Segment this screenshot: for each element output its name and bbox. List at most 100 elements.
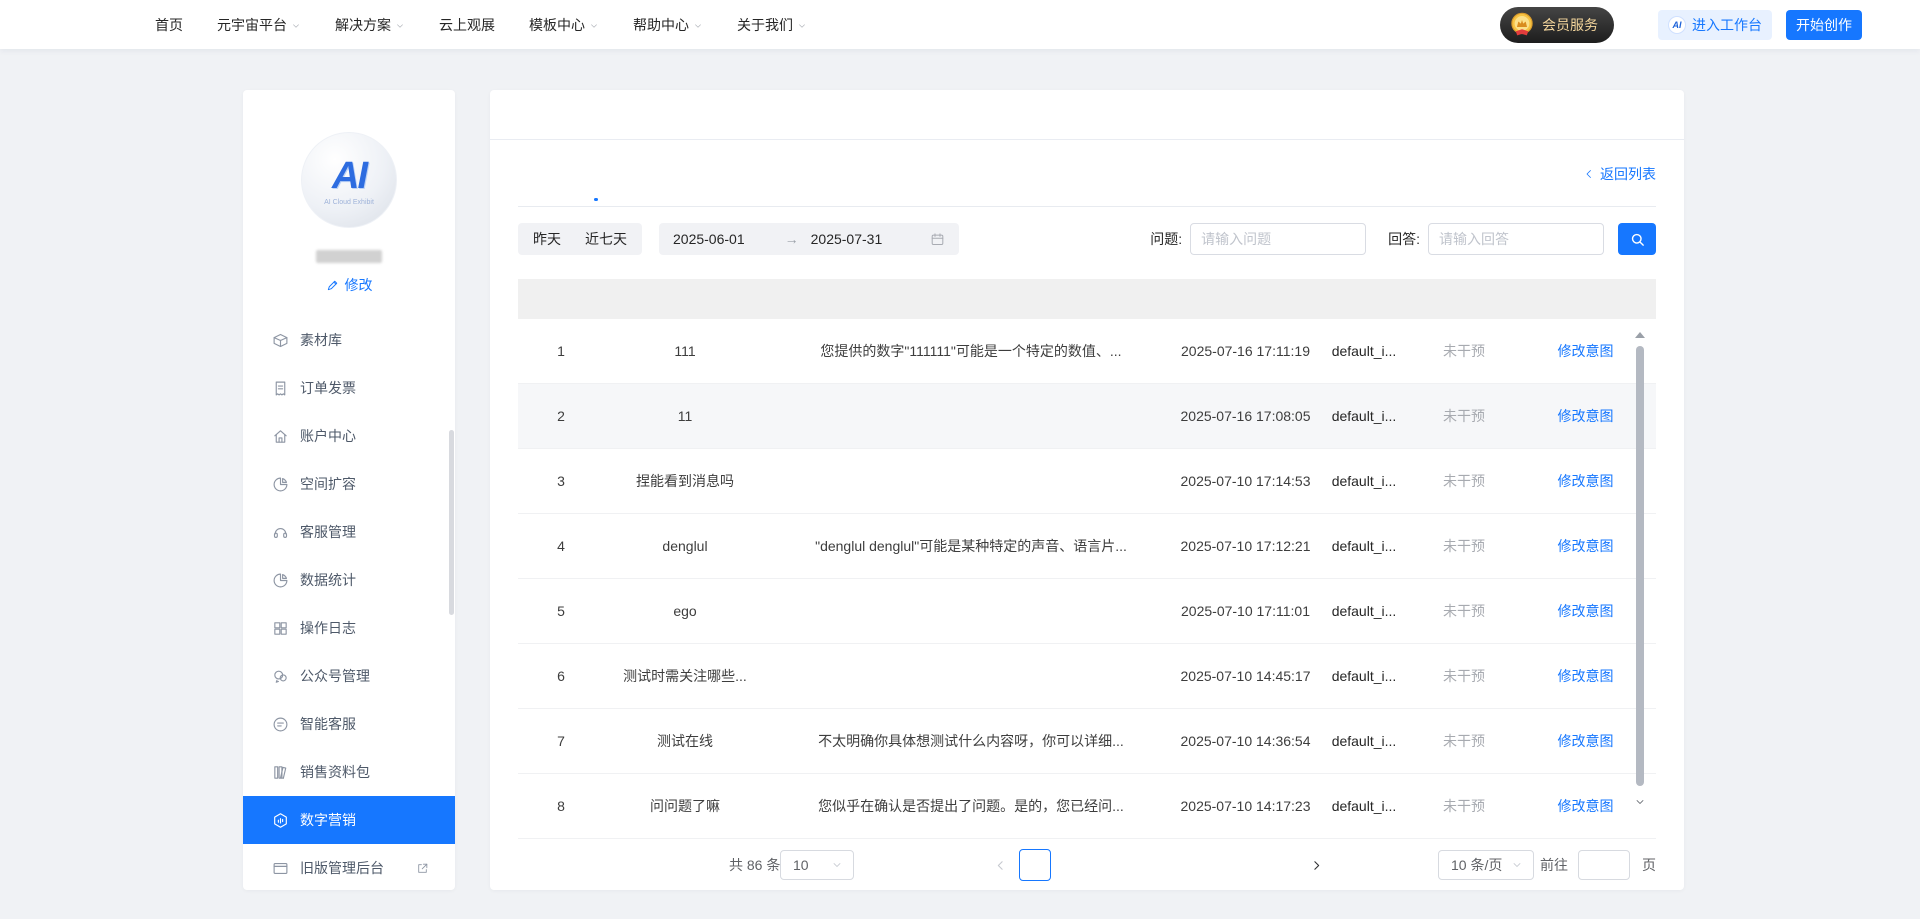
sidebar-item[interactable]: 空间扩容 (243, 460, 455, 508)
sidebar-item-label: 旧版管理后台 (300, 858, 384, 878)
sidebar-item[interactable]: 智能客服 (243, 700, 455, 748)
nav-item[interactable]: 关于我们 (737, 15, 807, 35)
search-button[interactable] (1618, 223, 1656, 255)
page-number-button[interactable] (1101, 849, 1133, 881)
sidebar-scrollbar-thumb[interactable] (449, 430, 454, 615)
start-create-button[interactable]: 开始创作 (1786, 10, 1862, 40)
cell-intervention: 未干预 (1413, 601, 1515, 621)
cell-no: 7 (518, 733, 604, 749)
table-row[interactable]: 4 denglul "denglul denglul"可能是某种特定的声音、语言… (518, 514, 1656, 579)
modify-intent-link[interactable]: 修改意图 (1558, 733, 1614, 749)
sidebar-item-icon (272, 860, 289, 877)
sidebar-item[interactable]: 素材库 (243, 330, 455, 364)
question-input[interactable] (1190, 223, 1366, 255)
modify-intent-link[interactable]: 修改意图 (1558, 473, 1614, 489)
table-scrollbar[interactable] (1634, 330, 1646, 835)
cell-time: 2025-07-10 17:12:21 (1176, 538, 1315, 554)
chevron-right-icon (1310, 859, 1323, 872)
page-size-value: 10 (793, 857, 809, 873)
sidebar-item[interactable]: 销售资料包 (243, 748, 455, 796)
subtab[interactable] (518, 188, 522, 206)
sidebar-item-label: 素材库 (300, 330, 342, 350)
per-page-select[interactable]: 10 条/页 (1438, 850, 1534, 880)
sidebar-item-icon (272, 476, 289, 493)
page-number-button[interactable] (1224, 849, 1256, 881)
subtab[interactable] (594, 188, 598, 206)
page-number-button[interactable] (1142, 849, 1174, 881)
sidebar-item-label: 账户中心 (300, 426, 356, 446)
sidebar-item[interactable]: 旧版管理后台 (243, 844, 455, 890)
modify-intent-link[interactable]: 修改意图 (1558, 668, 1614, 684)
table-row[interactable]: 5 ego 2025-07-10 17:11:01 default_i... 未… (518, 579, 1656, 644)
subtab[interactable] (556, 188, 560, 206)
table-row[interactable]: 1 111 您提供的数字"111111"可能是一个特定的数值、... 2025-… (518, 319, 1656, 384)
next-page-button[interactable] (1306, 849, 1326, 881)
cell-hit-intent: default_i... (1315, 408, 1413, 424)
modify-intent-link[interactable]: 修改意图 (1558, 798, 1614, 814)
sidebar-item[interactable]: 公众号管理 (243, 652, 455, 700)
page-number-button[interactable] (1019, 849, 1051, 881)
sidebar-item[interactable]: 订单发票 (243, 364, 455, 412)
cell-hit-intent: default_i... (1315, 343, 1413, 359)
avatar[interactable]: AI AI Cloud Exhibit (301, 132, 397, 228)
member-service-button[interactable]: 会员服务 (1500, 7, 1614, 43)
sidebar-item-label: 数据统计 (300, 570, 356, 590)
cell-hit-intent: default_i... (1315, 473, 1413, 489)
table-row[interactable]: 2 11 2025-07-16 17:08:05 default_i... 未干… (518, 384, 1656, 449)
nav-item[interactable]: 帮助中心 (633, 15, 703, 35)
sidebar-item[interactable]: 账户中心 (243, 412, 455, 460)
nav-item[interactable]: 模板中心 (529, 15, 599, 35)
sidebar-item-label: 操作日志 (300, 618, 356, 638)
scroll-up-arrow-icon[interactable] (1635, 332, 1645, 338)
top-nav-bar: 首页 元宇宙平台 解决方案 云上观展 模板中心 (0, 0, 1920, 49)
date-range-picker[interactable]: 2025-06-01 → 2025-07-31 (659, 223, 959, 255)
goto-page-input[interactable] (1578, 850, 1630, 880)
table-row[interactable]: 7 测试在线 不太明确你具体想测试什么内容呀，你可以详细... 2025-07-… (518, 709, 1656, 774)
avatar-ai-text: AI (332, 155, 366, 198)
main-panel: 返回列表 昨天 近七天 2025-06-01 → 2025-07-31 问题: … (490, 90, 1684, 890)
sidebar-item-icon (272, 380, 289, 397)
cell-question: 问问题了嘛 (604, 796, 766, 816)
prev-page-button[interactable] (990, 849, 1010, 881)
total-count-label: 共 86 条 (729, 855, 780, 875)
edit-profile-label: 修改 (345, 275, 373, 295)
page-number-button[interactable] (1183, 849, 1215, 881)
scroll-down-arrow-icon[interactable] (1634, 796, 1646, 808)
nav-item[interactable]: 云上观展 (439, 15, 495, 35)
cell-question: 测试时需关注哪些... (604, 666, 766, 686)
modify-intent-link[interactable]: 修改意图 (1558, 343, 1614, 359)
modify-intent-link[interactable]: 修改意图 (1558, 408, 1614, 424)
enter-workspace-button[interactable]: AI 进入工作台 (1658, 10, 1772, 40)
vip-medal-icon (1508, 11, 1536, 39)
sidebar-item[interactable]: 数字营销 (243, 796, 455, 844)
quick-last7days-button[interactable]: 近七天 (585, 229, 627, 249)
edit-profile-link[interactable]: 修改 (326, 275, 373, 295)
quick-yesterday-button[interactable]: 昨天 (533, 229, 561, 249)
answer-input[interactable] (1428, 223, 1604, 255)
sidebar-item[interactable]: 数据统计 (243, 556, 455, 604)
table-row[interactable]: 3 捏能看到消息吗 2025-07-10 17:14:53 default_i.… (518, 449, 1656, 514)
back-to-list-link[interactable]: 返回列表 (1583, 164, 1656, 184)
cell-question: ego (604, 603, 766, 619)
cell-answer: 您提供的数字"111111"可能是一个特定的数值、... (766, 341, 1176, 361)
cell-hit-intent: default_i... (1315, 538, 1413, 554)
goto-page-suffix: 页 (1642, 855, 1656, 875)
page-size-select[interactable]: 10 (780, 850, 854, 880)
chevron-left-icon (1583, 168, 1595, 180)
nav-item[interactable]: 解决方案 (335, 15, 405, 35)
page-number-button[interactable] (1060, 849, 1092, 881)
sidebar-item[interactable]: 客服管理 (243, 508, 455, 556)
scrollbar-thumb[interactable] (1636, 346, 1644, 786)
sidebar-item-icon (272, 812, 289, 829)
member-service-label: 会员服务 (1542, 15, 1598, 35)
search-filters: 问题: 回答: (1150, 223, 1656, 255)
modify-intent-link[interactable]: 修改意图 (1558, 603, 1614, 619)
modify-intent-link[interactable]: 修改意图 (1558, 538, 1614, 554)
table-row[interactable]: 8 问问题了嘛 您似乎在确认是否提出了问题。是的，您已经问... 2025-07… (518, 774, 1656, 839)
sidebar-item[interactable]: 操作日志 (243, 604, 455, 652)
page-number-button[interactable] (1265, 849, 1297, 881)
nav-item[interactable]: 元宇宙平台 (217, 15, 301, 35)
nav-item[interactable]: 首页 (155, 15, 183, 35)
cell-answer: 您似乎在确认是否提出了问题。是的，您已经问... (766, 796, 1176, 816)
table-row[interactable]: 6 测试时需关注哪些... 2025-07-10 14:45:17 defaul… (518, 644, 1656, 709)
